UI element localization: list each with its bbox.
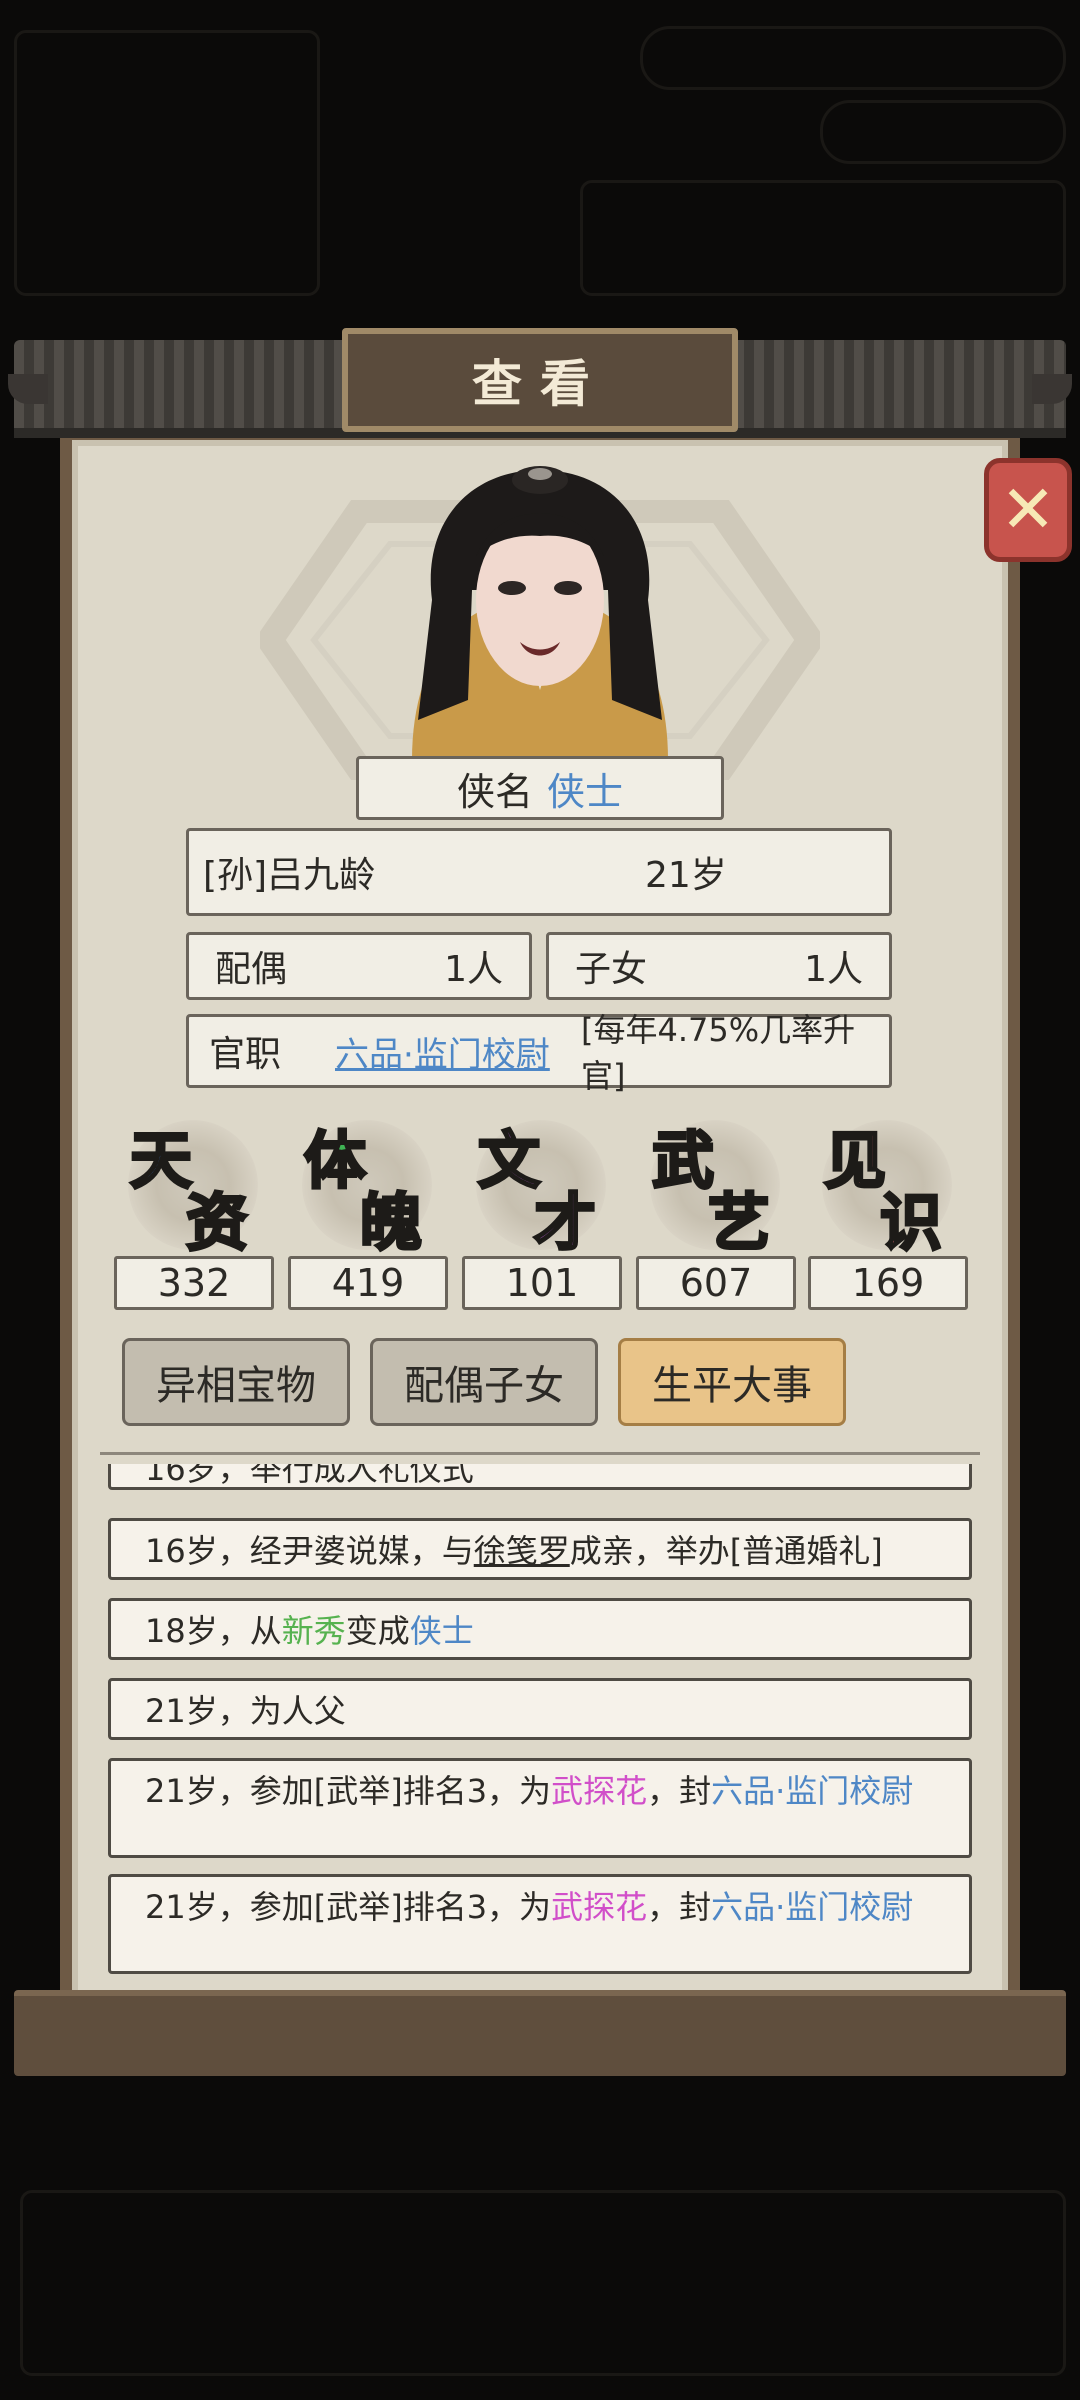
list-item: 21岁，参加[武举]排名3，为武探花，封六品·监门校尉	[108, 1758, 972, 1858]
office-label: 官职	[209, 1034, 282, 1075]
character-portrait	[412, 466, 668, 760]
office-link[interactable]: 六品·监门校尉	[335, 1027, 550, 1076]
exam-honor: 武探花	[551, 1888, 648, 1926]
close-icon: ✕	[1000, 471, 1056, 548]
list-item: 21岁，参加[武举]排名3，为武探花，封六品·监门校尉	[108, 1874, 972, 1974]
event-text: ，封	[647, 1888, 712, 1926]
spouse-box[interactable]: 配偶 1人	[186, 932, 532, 1000]
event-text: 16岁，举行成人礼仪式	[145, 1464, 474, 1488]
character-name: [孙]吕九龄	[203, 855, 376, 896]
stat-martial-glyph: 武 艺	[634, 1110, 794, 1261]
list-item: 21岁，为人父	[108, 1678, 972, 1740]
stat-char-2: 魄	[358, 1185, 423, 1261]
stat-char-1: 天	[128, 1123, 193, 1199]
event-text: 成亲，举办[普通婚礼]	[569, 1532, 883, 1570]
hero-title-label: 侠名	[456, 769, 533, 814]
bg-menu-row	[580, 180, 1066, 296]
life-events-list[interactable]: 16岁，举行成人礼仪式 16岁，经尹婆说媒，与徐笺罗成亲，举办[普通婚礼] 18…	[100, 1464, 980, 1984]
list-item: 18岁，从新秀变成侠士	[108, 1598, 972, 1660]
stat-char-1: 体	[302, 1123, 367, 1199]
stat-char-2: 识	[878, 1185, 943, 1261]
stat-literacy-glyph: 文 才	[460, 1110, 620, 1261]
event-text: 18岁，从	[145, 1612, 282, 1650]
stat-literacy-value: 101	[462, 1256, 622, 1310]
rank-newcomer: 新秀	[281, 1612, 346, 1650]
office-title: 六品·监门校尉	[711, 1772, 914, 1810]
stat-char-1: 文	[476, 1123, 541, 1199]
children-label: 子女	[575, 949, 648, 990]
bg-portrait-frame	[14, 30, 320, 296]
tab-family[interactable]: 配偶子女	[370, 1338, 598, 1426]
children-count: 1人	[804, 949, 863, 990]
stat-martial-value: 607	[636, 1256, 796, 1310]
stat-physique-value: 419	[288, 1256, 448, 1310]
event-text: 变成	[345, 1612, 410, 1650]
stat-talent-glyph: 天 资	[112, 1110, 272, 1261]
section-divider	[100, 1440, 980, 1455]
event-text: 16岁，经尹婆说媒，与	[145, 1532, 474, 1570]
list-item: 16岁，举行成人礼仪式	[108, 1464, 972, 1490]
close-button[interactable]: ✕	[984, 458, 1072, 562]
event-text: 21岁，参加[武举]排名3，为	[145, 1888, 552, 1926]
stat-insight-value: 169	[808, 1256, 968, 1310]
name-age-box: [孙]吕九龄 21岁	[186, 828, 892, 916]
event-text: ，封	[647, 1772, 712, 1810]
event-text: 21岁，参加[武举]排名3，为	[145, 1772, 552, 1810]
spouse-count: 1人	[444, 949, 503, 990]
stat-physique-glyph: 体 魄	[286, 1110, 446, 1261]
children-box[interactable]: 子女 1人	[546, 932, 892, 1000]
hero-title-value: 侠士	[547, 769, 624, 814]
stat-char-1: 见	[822, 1123, 887, 1199]
hero-title-box: 侠名 侠士	[356, 756, 724, 820]
stat-char-2: 资	[184, 1185, 249, 1261]
office-promotion-note: [每年4.75%几率升官]	[581, 1011, 856, 1095]
tab-treasures[interactable]: 异相宝物	[122, 1338, 350, 1426]
panel-title-plaque: 查看	[342, 328, 738, 432]
spouse-name-link[interactable]: 徐笺罗	[474, 1532, 570, 1570]
stat-char-2: 艺	[706, 1185, 771, 1261]
tab-life-events[interactable]: 生平大事	[618, 1338, 846, 1426]
event-text: 21岁，为人父	[145, 1692, 346, 1730]
character-age: 21岁	[645, 855, 727, 896]
list-item: 16岁，经尹婆说媒，与徐笺罗成亲，举办[普通婚礼]	[108, 1518, 972, 1580]
stat-insight-glyph: 见 识	[806, 1110, 966, 1261]
stat-char-2: 才	[532, 1185, 597, 1261]
exam-honor: 武探花	[551, 1772, 648, 1810]
panel-bottom-frame	[14, 1990, 1066, 2076]
rank-hero: 侠士	[409, 1612, 474, 1650]
stat-talent-value: 332	[114, 1256, 274, 1310]
spouse-label: 配偶	[215, 949, 288, 990]
bg-resource-bar	[640, 26, 1066, 90]
bg-resource-bar-2	[820, 100, 1066, 164]
bg-bottom-nav	[20, 2190, 1066, 2376]
stat-char-1: 武	[650, 1123, 715, 1199]
office-title: 六品·监门校尉	[711, 1888, 914, 1926]
panel-title: 查看	[472, 355, 608, 413]
office-box: 官职 六品·监门校尉 [每年4.75%几率升官]	[186, 1011, 892, 1095]
